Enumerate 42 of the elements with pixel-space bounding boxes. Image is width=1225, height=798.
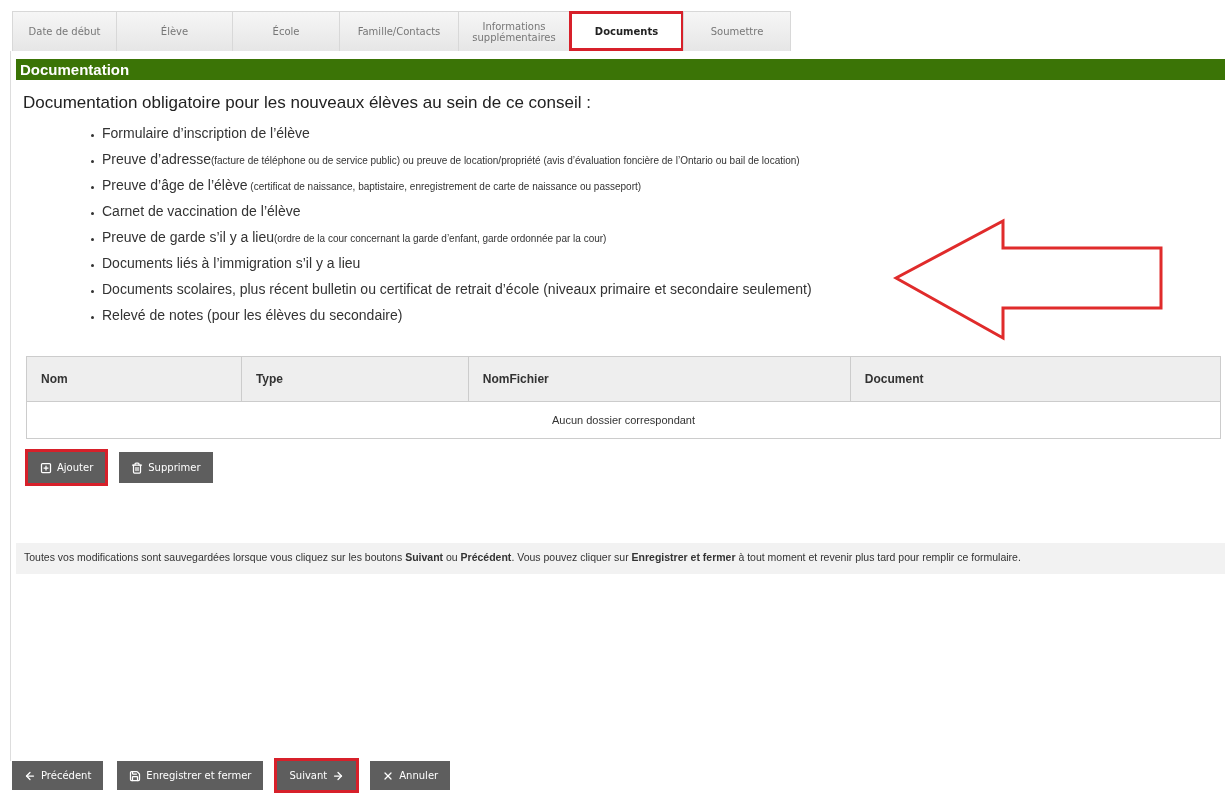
bullet-icon <box>91 238 94 241</box>
tab[interactable]: Informations supplémentaires <box>458 11 570 51</box>
list-item: Preuve de garde s’il y a lieu(ordre de la cour concernant la garde d’enfant, garde ordonnée par la cour) <box>102 229 607 246</box>
trash-icon <box>131 461 144 474</box>
bullet-icon <box>91 264 94 267</box>
list-item: Carnet de vaccination de l’élève <box>102 203 301 220</box>
column-header: NomFichier <box>468 356 851 402</box>
list-item: Preuve d’âge de l’élève (certificat de naissance, baptistaire, enregistrement de carte de naissance ou passeport) <box>102 177 642 194</box>
list-item: Documents liés à l’immigration s’il y a lieu <box>102 255 361 272</box>
bullet-icon <box>91 290 94 293</box>
save-button[interactable]: Enregistrer et fermer <box>117 761 264 790</box>
list-item: Relevé de notes (pour les élèves du secondaire) <box>102 307 403 324</box>
tab[interactable]: Documents <box>569 11 684 51</box>
section-heading: Documentation obligatoire pour les nouveaux élèves au sein de ce conseil : <box>23 93 592 113</box>
add-button[interactable]: Ajouter <box>28 452 106 483</box>
column-header: Type <box>241 356 469 402</box>
tab[interactable]: Date de début <box>12 11 117 51</box>
bullet-icon <box>91 316 94 319</box>
arrow-left-icon <box>893 218 1163 341</box>
cancel-button[interactable]: Annuler <box>370 761 451 790</box>
list-item: Preuve d’adresse(facture de téléphone ou de service public) ou preuve de location/propriété (avis d’évaluation foncière de l’Ontario ou bail de location) <box>102 151 800 168</box>
tab[interactable]: Élève <box>116 11 233 51</box>
tab[interactable]: Soumettre <box>683 11 791 51</box>
tab[interactable]: École <box>232 11 340 51</box>
empty-message: Aucun dossier correspondant <box>26 401 1221 439</box>
arrow-right-icon <box>332 769 345 782</box>
list-item: Documents scolaires, plus récent bulletin ou certificat de retrait d’école (niveaux primaire et secondaire seulement) <box>102 281 812 298</box>
bullet-icon <box>91 160 94 163</box>
plus-icon <box>40 461 52 474</box>
next-button[interactable]: Suivant <box>277 761 357 790</box>
section-title: Documentation <box>16 59 1225 80</box>
arrow-left-icon <box>24 769 36 782</box>
notice-text: Toutes vos modifications sont sauvegardées lorsque vous cliquez sur les boutons Suivant ou Précédent. Vous pouvez cliquer sur Enregistrer et fermer à tout moment et revenir plus tard pour remplir ce formulaire. <box>16 543 1225 574</box>
column-header: Document <box>850 356 1221 402</box>
bullet-icon <box>91 212 94 215</box>
back-button[interactable]: Précédent <box>12 761 104 790</box>
bullet-icon <box>91 134 94 137</box>
tab[interactable]: Famille/Contacts <box>339 11 459 51</box>
column-header: Nom <box>26 356 242 402</box>
bullet-icon <box>91 186 94 189</box>
delete-button[interactable]: Supprimer <box>119 452 213 483</box>
list-item: Formulaire d’inscription de l’élève <box>102 125 310 142</box>
